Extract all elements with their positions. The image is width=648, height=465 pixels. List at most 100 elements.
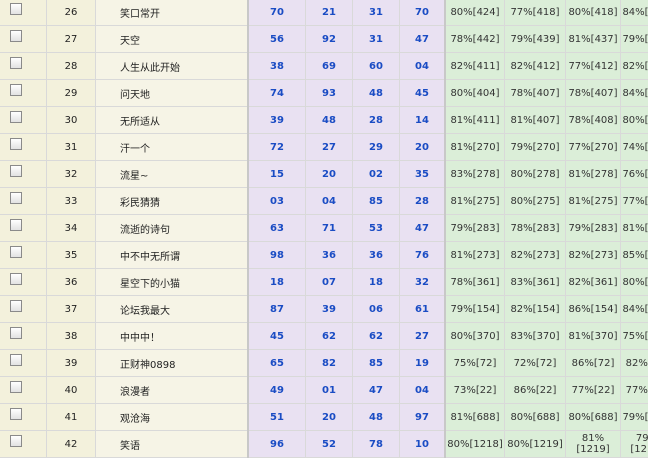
accuracy-stat: 80%[1218] xyxy=(445,430,505,458)
row-number: 40 xyxy=(46,376,96,404)
accuracy-stat: 81%[1219] xyxy=(565,430,621,458)
row-number: 37 xyxy=(46,295,96,323)
row-checkbox[interactable] xyxy=(10,272,22,285)
predicted-number: 85 xyxy=(352,349,400,377)
user-name: 观沧海 xyxy=(95,403,249,431)
row-checkbox[interactable] xyxy=(10,218,22,231)
accuracy-stat: 82%[72] xyxy=(620,349,648,377)
row-checkbox[interactable] xyxy=(10,3,22,15)
accuracy-stat: 82%[411] xyxy=(445,52,505,80)
row-number: 32 xyxy=(46,160,96,188)
accuracy-stat: 82%[361] xyxy=(565,268,621,296)
predicted-number: 10 xyxy=(399,430,446,458)
row-checkbox[interactable] xyxy=(10,299,22,312)
accuracy-stat: 81%[278] xyxy=(565,160,621,188)
row-checkbox[interactable] xyxy=(10,434,22,447)
row-number: 38 xyxy=(46,322,96,350)
predicted-number: 27 xyxy=(399,322,446,350)
predicted-number: 20 xyxy=(399,133,446,161)
row-checkbox[interactable] xyxy=(10,380,22,393)
predicted-number: 72 xyxy=(248,133,306,161)
predicted-number: 47 xyxy=(399,25,446,53)
predicted-number: 21 xyxy=(305,0,353,26)
row-select-cell xyxy=(0,160,47,188)
user-name: 汗一个 xyxy=(95,133,249,161)
predicted-number: 15 xyxy=(248,160,306,188)
accuracy-stat: 80%[370] xyxy=(445,322,505,350)
table-row: 40浪漫者4901470473%[22]86%[22]77%[22]77%[22… xyxy=(0,376,648,404)
row-checkbox[interactable] xyxy=(10,326,22,339)
table-row: 37 论坛我最大 87 39 06 61 79%[154] 82%[154] 86%[154] 8… xyxy=(0,295,648,323)
row-checkbox[interactable] xyxy=(10,56,22,69)
table-row: 35 中不中无所谓 98 36 36 76 81%[273] 82%[273] 82%[273]… xyxy=(0,241,648,269)
row-number: 35 xyxy=(46,241,96,269)
user-name: 流星~ xyxy=(95,160,249,188)
accuracy-stat: 82%[273] xyxy=(565,241,621,269)
table-row: 27 天空 56 92 31 47 78%[442] 79%[439] 81%[437] 79%[… xyxy=(0,25,648,53)
predicted-number: 56 xyxy=(248,25,306,53)
predicted-number: 36 xyxy=(352,241,400,269)
user-name: 中不中无所谓 xyxy=(95,241,249,269)
accuracy-stat: 75%[370] xyxy=(620,322,648,350)
predicted-number: 53 xyxy=(352,214,400,242)
accuracy-stat: 77%[270] xyxy=(565,133,621,161)
row-checkbox[interactable] xyxy=(10,191,22,204)
predicted-number: 31 xyxy=(352,0,400,26)
predicted-number: 32 xyxy=(399,268,446,296)
accuracy-stat: 74%[270] xyxy=(620,133,648,161)
row-checkbox[interactable] xyxy=(10,407,22,420)
accuracy-stat: 84%[403] xyxy=(620,79,648,107)
accuracy-stat: 83%[278] xyxy=(445,160,505,188)
row-number: 41 xyxy=(46,403,96,431)
row-checkbox[interactable] xyxy=(10,110,22,123)
accuracy-stat: 72%[72] xyxy=(504,349,566,377)
row-checkbox[interactable] xyxy=(10,29,22,42)
predicted-number: 85 xyxy=(352,187,400,215)
row-checkbox[interactable] xyxy=(10,83,22,96)
accuracy-stat: 81%[688] xyxy=(445,403,505,431)
predicted-number: 18 xyxy=(248,268,306,296)
accuracy-stat: 80%[418] xyxy=(565,0,621,26)
row-checkbox[interactable] xyxy=(10,164,22,177)
row-checkbox[interactable] xyxy=(10,137,22,150)
accuracy-stat: 82%[410] xyxy=(620,52,648,80)
predicted-number: 93 xyxy=(305,79,353,107)
predicted-number: 62 xyxy=(352,322,400,350)
predicted-number: 45 xyxy=(399,79,446,107)
row-select-cell xyxy=(0,214,47,242)
user-name: 笑语 xyxy=(95,430,249,458)
user-name: 彩民猜猜 xyxy=(95,187,249,215)
accuracy-stat: 79%[283] xyxy=(565,214,621,242)
predicted-number: 02 xyxy=(352,160,400,188)
predicted-number: 70 xyxy=(399,0,446,26)
predicted-number: 52 xyxy=(305,430,353,458)
user-name: 中中中！ xyxy=(95,322,249,350)
accuracy-stat: 81%[407] xyxy=(504,106,566,134)
row-select-cell xyxy=(0,79,47,107)
row-checkbox[interactable] xyxy=(10,353,22,366)
accuracy-stat: 78%[407] xyxy=(504,79,566,107)
predicted-number: 28 xyxy=(352,106,400,134)
user-name: 无所适从 xyxy=(95,106,249,134)
accuracy-stat: 80%[278] xyxy=(504,160,566,188)
accuracy-stat: 80%[361] xyxy=(620,268,648,296)
predicted-number: 51 xyxy=(248,403,306,431)
table-row: 32 流星~ 15 20 02 35 83%[278] 80%[278] 81%[278] 76%… xyxy=(0,160,648,188)
predicted-number: 06 xyxy=(352,295,400,323)
predicted-number: 69 xyxy=(305,52,353,80)
predicted-number: 38 xyxy=(248,52,306,80)
user-name: 天空 xyxy=(95,25,249,53)
row-checkbox[interactable] xyxy=(10,245,22,258)
row-select-cell xyxy=(0,268,47,296)
accuracy-stat: 84%[421] xyxy=(620,0,648,26)
accuracy-stat: 73%[22] xyxy=(445,376,505,404)
predicted-number: 74 xyxy=(248,79,306,107)
accuracy-stat: 81%[270] xyxy=(445,133,505,161)
table-row: 34 流逝的诗句 63 71 53 47 79%[283] 78%[283] 79%[283] 8… xyxy=(0,214,648,242)
row-select-cell xyxy=(0,52,47,80)
predicted-number: 07 xyxy=(305,268,353,296)
accuracy-stat: 79%[688] xyxy=(620,403,648,431)
accuracy-stat: 76%[278] xyxy=(620,160,648,188)
predicted-number: 76 xyxy=(399,241,446,269)
row-number: 34 xyxy=(46,214,96,242)
